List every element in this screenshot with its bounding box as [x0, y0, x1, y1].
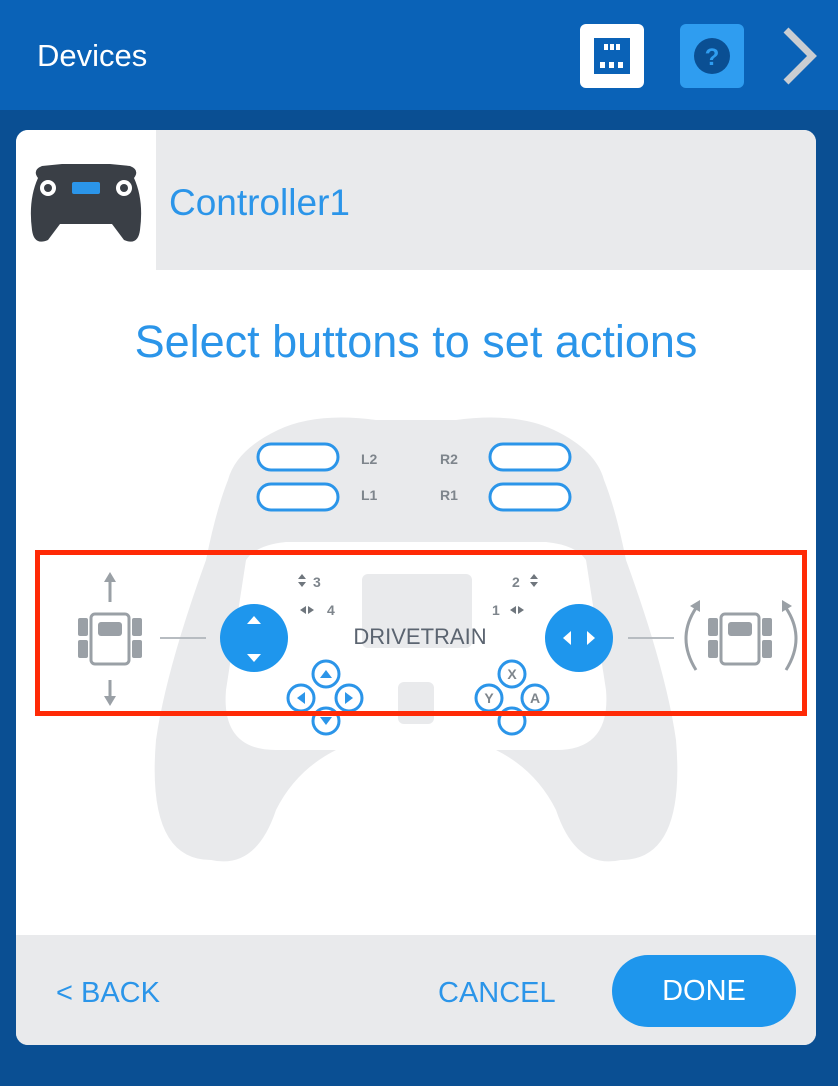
- page-title: Devices: [37, 38, 148, 73]
- port-icon: [594, 38, 630, 74]
- done-button[interactable]: DONE: [612, 955, 796, 1027]
- top-bar: Devices ?: [0, 0, 838, 110]
- l1-button: [256, 482, 340, 512]
- l2-label: L2: [361, 451, 378, 467]
- r1-button: [488, 482, 572, 512]
- back-button[interactable]: < BACK: [56, 977, 160, 1010]
- help-button[interactable]: ?: [680, 24, 744, 88]
- svg-text:?: ?: [705, 44, 720, 71]
- next-button[interactable]: [772, 20, 828, 92]
- port-button[interactable]: [580, 24, 644, 88]
- drivetrain-highlight-box: [35, 550, 807, 716]
- footer-bar: < BACK CANCEL DONE: [16, 935, 816, 1045]
- cancel-button[interactable]: CANCEL: [438, 977, 556, 1010]
- r2-label: R2: [440, 451, 458, 467]
- r2-button: [488, 442, 572, 472]
- help-icon: ?: [694, 38, 730, 74]
- l1-label: L1: [361, 487, 378, 503]
- r1-label: R1: [440, 487, 458, 503]
- chevron-right-icon: [783, 27, 817, 85]
- controller-diagram: L2 L1 R2 R1 3 4 DRIVETRAIN 2 1 X Y A: [78, 417, 798, 862]
- l2-button: [256, 442, 340, 472]
